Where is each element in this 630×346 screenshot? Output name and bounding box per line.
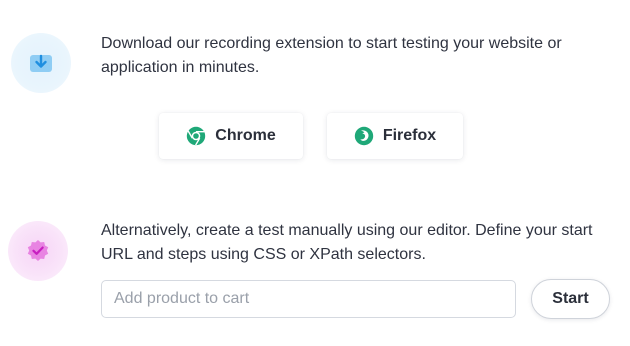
check-badge-icon xyxy=(8,221,68,281)
download-icon xyxy=(11,33,71,93)
firefox-icon xyxy=(354,126,374,146)
download-extension-section: Download our recording extension to star… xyxy=(0,0,630,180)
chrome-button-label: Chrome xyxy=(215,127,276,144)
start-button[interactable]: Start xyxy=(531,279,610,319)
firefox-button-label: Firefox xyxy=(382,127,437,144)
chrome-button[interactable]: Chrome xyxy=(159,113,303,159)
firefox-button[interactable]: Firefox xyxy=(327,113,463,159)
download-description: Download our recording extension to star… xyxy=(101,35,562,76)
test-name-input[interactable] xyxy=(101,280,516,318)
manual-description: Alternatively, create a test manually us… xyxy=(101,222,593,263)
chrome-icon xyxy=(186,126,206,146)
